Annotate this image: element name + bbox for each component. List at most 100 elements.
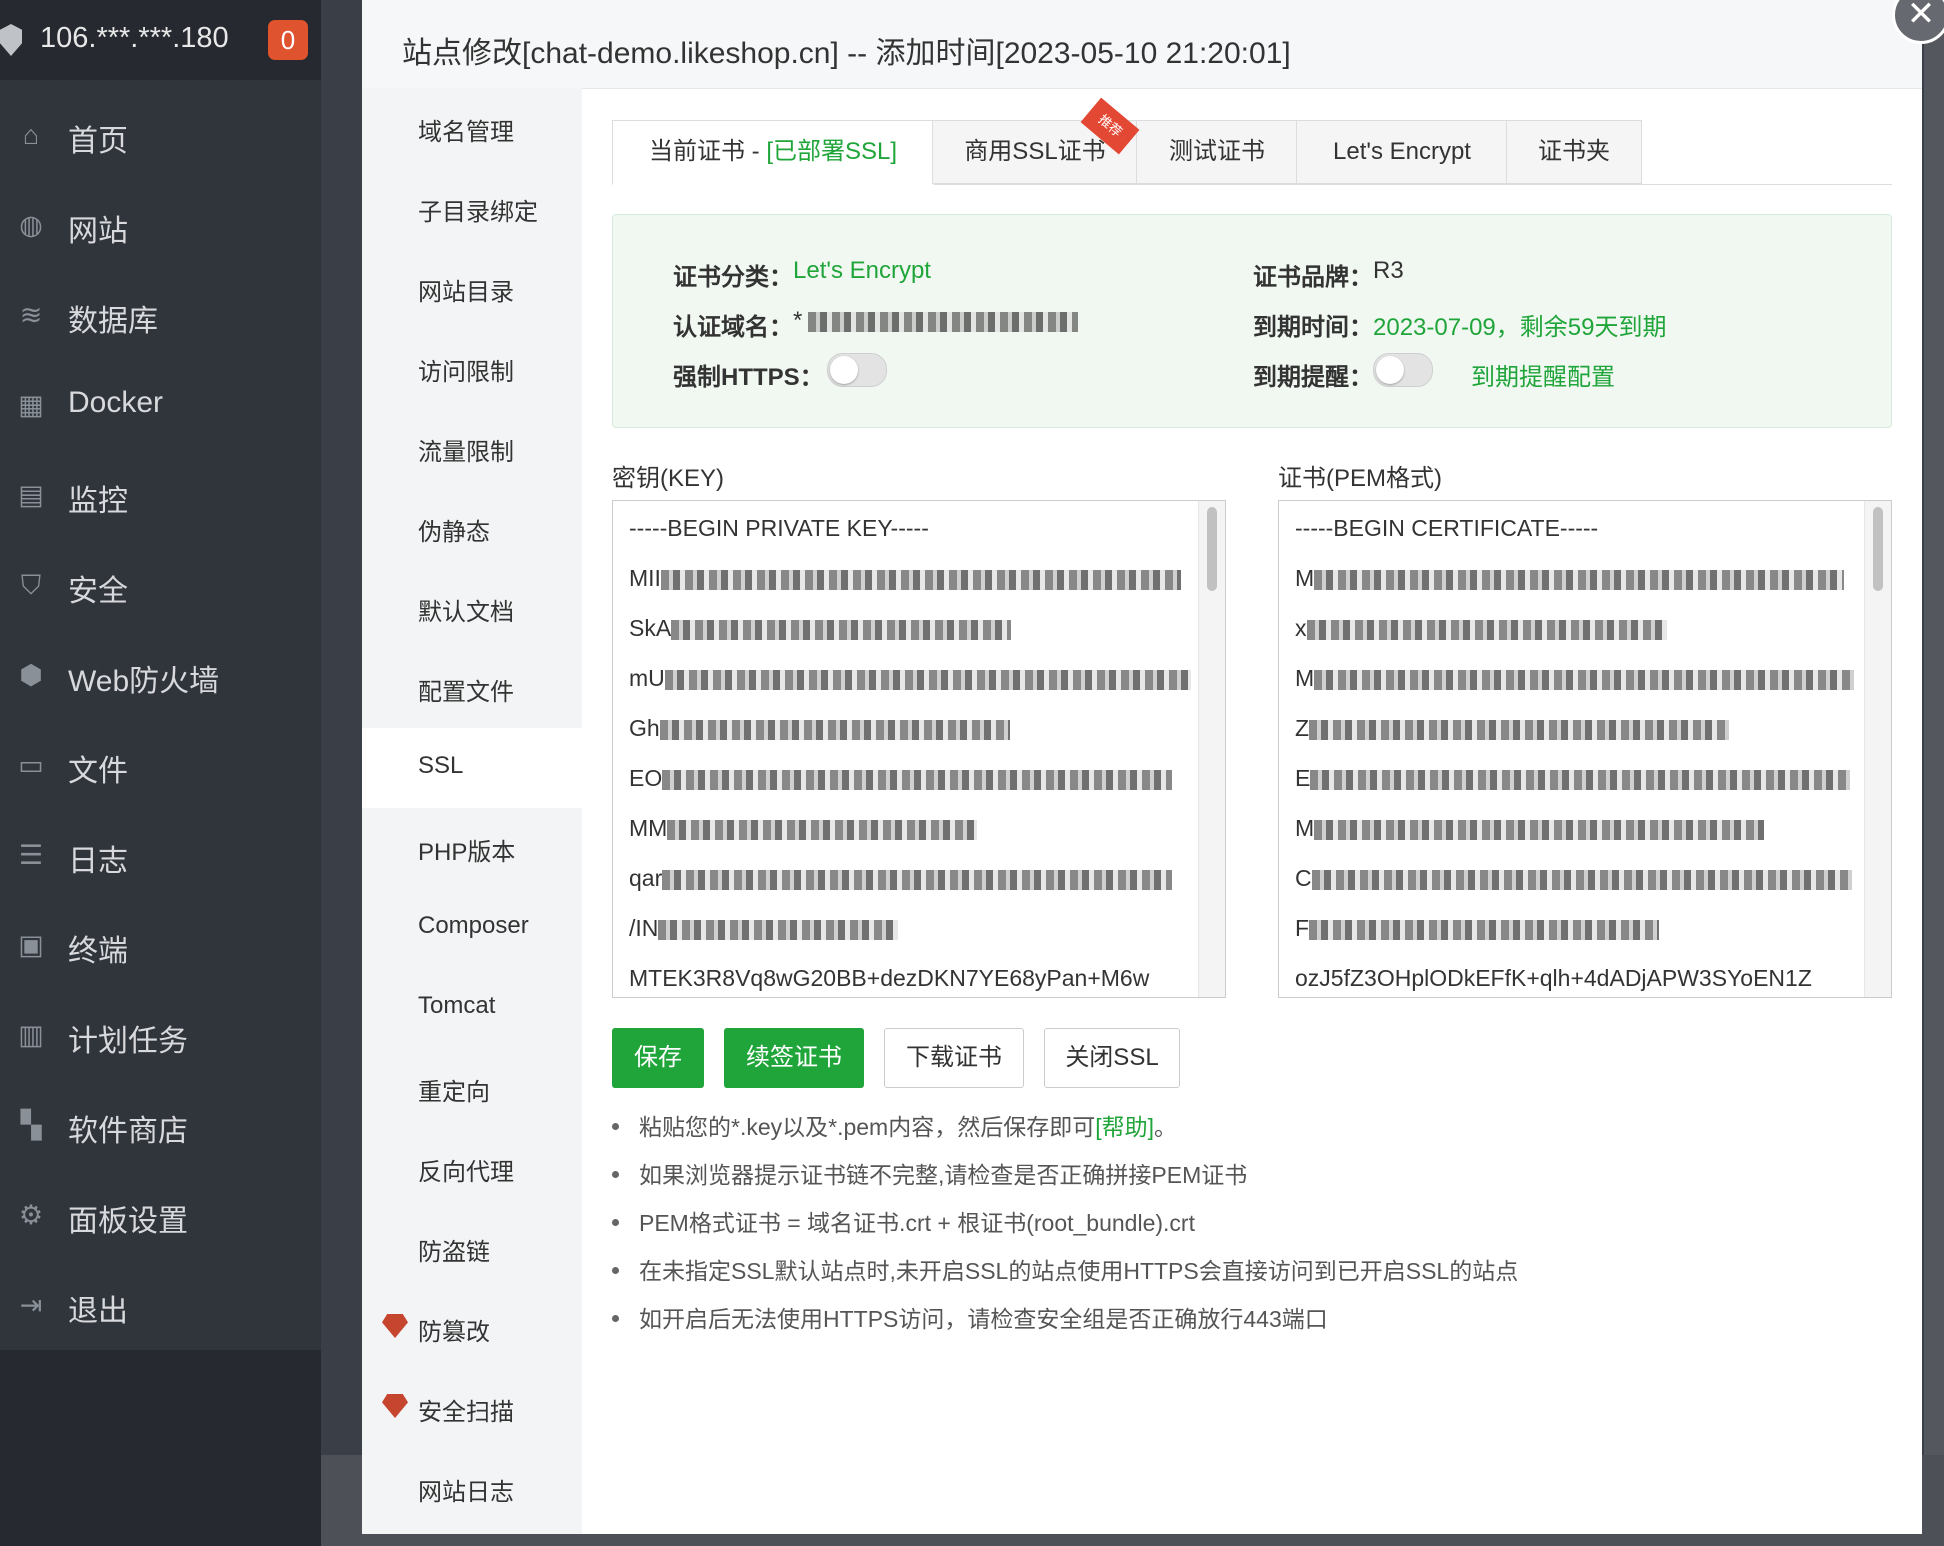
sidebar-item-panel-settings[interactable]: ⚙ 面板设置 [0,1170,321,1260]
docker-icon: ▦ [18,390,44,420]
sidebar-item-security[interactable]: ⛉ 安全 [0,540,321,630]
sidebar-item-docker[interactable]: ▦ Docker [0,360,321,450]
toggle-knob [1376,356,1404,384]
server-logo-icon [0,24,22,56]
cert-line: Z [1295,715,1730,742]
tab-cert-folder[interactable]: 证书夹 [1506,120,1642,184]
cert-line: M [1295,565,1845,592]
tip-item: 如果浏览器提示证书链不完整,请检查是否正确拼接PEM证书 [612,1156,1247,1190]
cert-line-text: M [1295,565,1315,591]
expiry-reminder-toggle[interactable] [1373,353,1433,387]
tab-test-cert[interactable]: 测试证书 [1136,120,1298,184]
key-scrollbar[interactable] [1198,501,1225,997]
sidebar-item-terminal[interactable]: ▣ 终端 [0,900,321,990]
cert-line-text: E [1295,765,1311,791]
cert-scrollbar[interactable] [1864,501,1891,997]
download-cert-button[interactable]: 下载证书 [884,1028,1024,1088]
scrollbar-thumb[interactable] [1873,507,1883,591]
tip-item: 粘贴您的*.key以及*.pem内容，然后保存即可[帮助]。 [612,1108,1177,1142]
tab-label: 测试证书 [1169,138,1265,165]
key-line: qar [629,865,1173,892]
sidebar-item-database[interactable]: ≋ 数据库 [0,270,321,360]
bullet [612,1122,619,1130]
sidebar-item-cron[interactable]: ▥ 计划任务 [0,990,321,1080]
key-line: mU [629,665,1191,692]
sidebar-footer [0,1350,321,1546]
settings-item-subdir[interactable]: 子目录绑定 [362,168,582,248]
settings-item-composer[interactable]: Composer [362,888,582,968]
key-line-text: Gh [629,715,660,741]
home-icon: ⌂ [22,120,40,150]
tip-item: 如开启后无法使用HTTPS访问，请检查安全组是否正确放行443端口 [612,1300,1328,1334]
settings-item-domains[interactable]: 域名管理 [362,88,582,168]
sidebar-item-label: 监控 [68,485,128,518]
server-ip: 106.***.***.180 [40,22,229,54]
sidebar-item-label: 日志 [68,845,128,878]
settings-item-tamper-proof[interactable]: 防篡改 [362,1288,582,1368]
globe-icon: ◍ [19,210,43,240]
sidebar-item-logs[interactable]: ☰ 日志 [0,810,321,900]
settings-item-access-limit[interactable]: 访问限制 [362,328,582,408]
sidebar-item-waf[interactable]: ⬢ Web防火墙 [0,630,321,720]
settings-item-label: 防篡改 [418,1319,490,1346]
help-link[interactable]: [帮助] [1095,1114,1154,1140]
sidebar-item-website[interactable]: ◍ 网站 [0,180,321,270]
settings-item-ssl[interactable]: SSL [362,728,582,808]
settings-item-rewrite[interactable]: 伪静态 [362,488,582,568]
tab-lets-encrypt[interactable]: Let's Encrypt [1296,120,1508,184]
settings-item-site-logs[interactable]: 网站日志 [362,1448,582,1528]
cert-line: E [1295,765,1851,792]
terminal-icon: ▣ [18,930,44,960]
settings-item-traffic-limit[interactable]: 流量限制 [362,408,582,488]
reminder-config-link[interactable]: 到期提醒配置 [1471,357,1615,392]
cert-line: C [1295,865,1852,892]
folder-icon: ▭ [18,750,44,780]
key-line: MM [629,815,978,842]
settings-item-label: 网站目录 [418,279,514,306]
sidebar-item-home[interactable]: ⌂ 首页 [0,90,321,180]
tip-item: 在未指定SSL默认站点时,未开启SSL的站点使用HTTPS会直接访问到已开启SS… [612,1252,1518,1286]
bullet [612,1218,619,1226]
redacted-block [1314,669,1855,690]
sidebar-item-app-store[interactable]: ▚ 软件商店 [0,1080,321,1170]
tip-text: 。 [1154,1114,1177,1140]
bullet [612,1266,619,1274]
sidebar-item-monitor[interactable]: ▤ 监控 [0,450,321,540]
settings-item-default-doc[interactable]: 默认文档 [362,568,582,648]
sidebar-item-label: 计划任务 [68,1025,188,1058]
site-settings-nav: 域名管理 子目录绑定 网站目录 访问限制 流量限制 伪静态 默认文档 配置文件 … [362,88,582,1534]
settings-item-hotlink[interactable]: 防盗链 [362,1208,582,1288]
tab-current-cert[interactable]: 当前证书 - [已部署SSL] [612,120,934,185]
tab-label: 当前证书 - [648,138,767,165]
force-https-toggle[interactable] [827,353,887,387]
cert-line: -----BEGIN CERTIFICATE----- [1295,515,1599,541]
settings-item-site-dir[interactable]: 网站目录 [362,248,582,328]
key-line-text: /IN [629,915,659,941]
private-key-textarea[interactable]: -----BEGIN PRIVATE KEY----- MII SkA mU G… [612,500,1226,998]
sidebar-item-files[interactable]: ▭ 文件 [0,720,321,810]
certificate-textarea[interactable]: -----BEGIN CERTIFICATE----- M x M Z E M … [1278,500,1892,998]
settings-item-config-file[interactable]: 配置文件 [362,648,582,728]
settings-item-label: Composer [418,912,529,939]
settings-item-reverse-proxy[interactable]: 反向代理 [362,1128,582,1208]
apps-icon: ▚ [20,1110,42,1140]
close-ssl-button[interactable]: 关闭SSL [1044,1028,1180,1088]
settings-item-label: 安全扫描 [418,1399,514,1426]
cert-expiry-value: 2023-07-09，剩余59天到期 [1373,314,1667,341]
shield-icon: ⛉ [20,570,42,600]
sidebar-item-logout[interactable]: ⇥ 退出 [0,1260,321,1350]
key-line-text: MM [629,815,668,841]
cert-category-value: Let's Encrypt [793,257,931,284]
backdrop-right [1924,0,1944,1546]
settings-item-tomcat[interactable]: Tomcat [362,968,582,1048]
renew-cert-button[interactable]: 续签证书 [724,1028,864,1088]
settings-item-redirect[interactable]: 重定向 [362,1048,582,1128]
settings-item-security-scan[interactable]: 安全扫描 [362,1368,582,1448]
bullet [612,1170,619,1178]
settings-item-label: 流量限制 [418,439,514,466]
settings-item-php-version[interactable]: PHP版本 [362,808,582,888]
save-button[interactable]: 保存 [612,1028,704,1088]
settings-item-label: 网站日志 [418,1479,514,1506]
notification-badge[interactable]: 0 [268,20,308,60]
scrollbar-thumb[interactable] [1207,507,1217,591]
